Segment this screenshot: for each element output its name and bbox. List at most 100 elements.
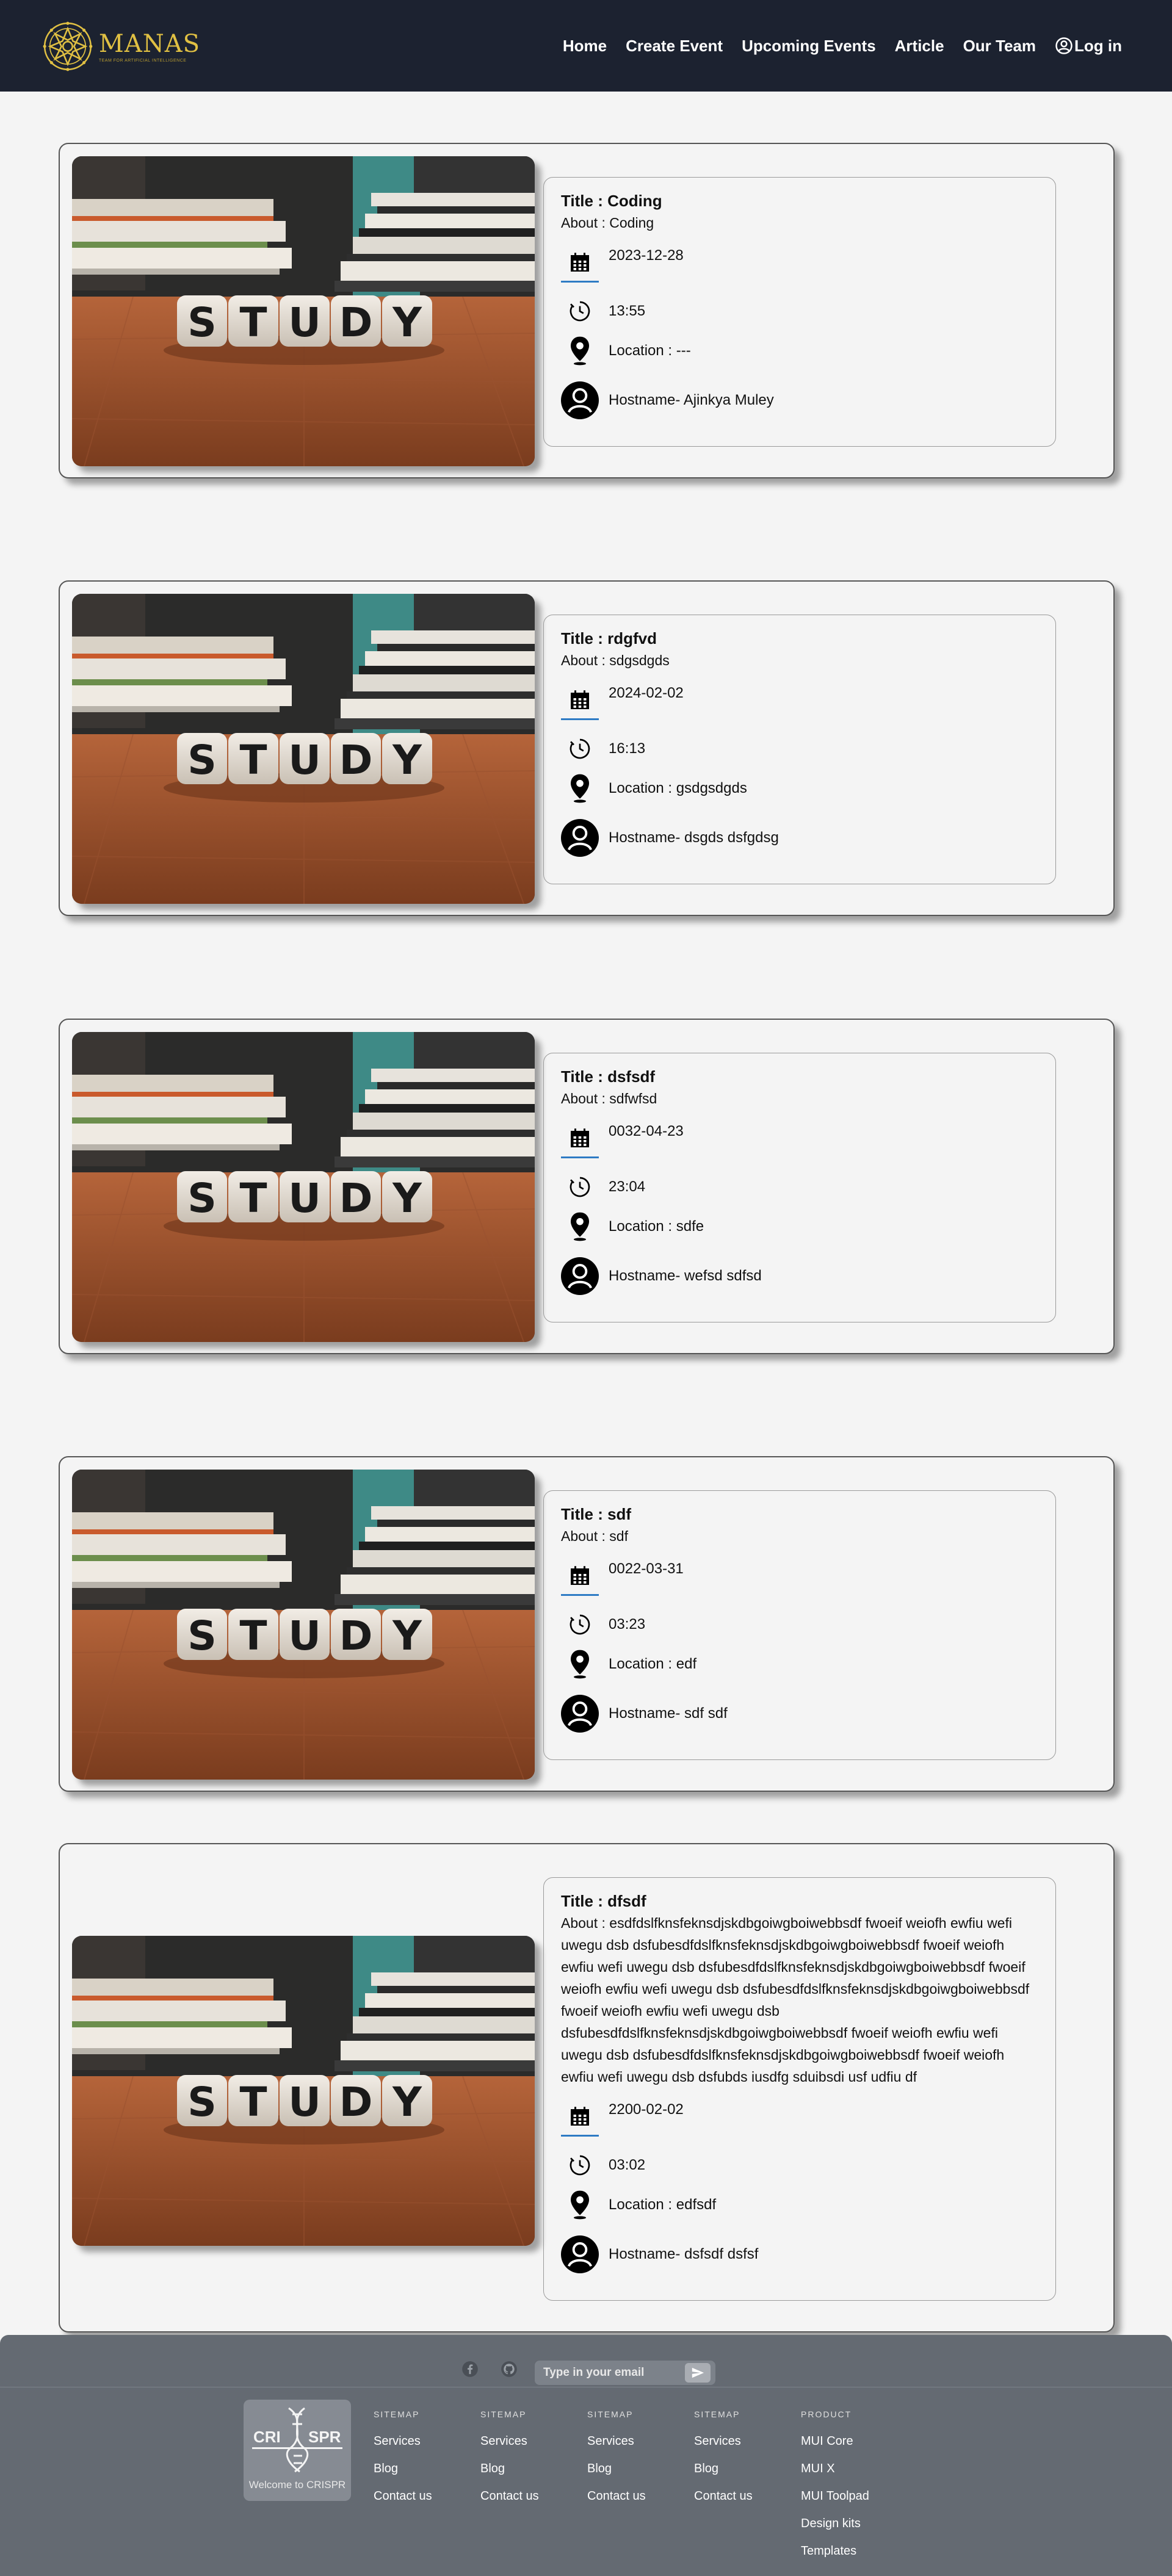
footer-column: SITEMAP Services Blog Contact us	[480, 2409, 539, 2503]
event-time: 23:04	[609, 1178, 646, 1195]
email-input[interactable]	[543, 2364, 684, 2381]
event-card[interactable]: Title : dsfsdf About : sdfwfsd 0032-04-2…	[59, 1019, 1115, 1354]
event-date: 0032-04-23	[609, 1123, 684, 1139]
footer-column: PRODUCT MUI Core MUI X MUI Toolpad Desig…	[801, 2409, 869, 2558]
event-location-row: Location : edf	[561, 1645, 1038, 1684]
event-card[interactable]: Title : dfsdf About : esdfdslfknsfeknsdj…	[59, 1843, 1115, 2332]
event-host: Hostname- sdf sdf	[609, 1705, 728, 1722]
footer-link-contact[interactable]: Contact us	[480, 2490, 539, 2503]
footer-link-services[interactable]: Services	[587, 2435, 646, 2448]
footer-column-title: SITEMAP	[374, 2409, 420, 2419]
event-time-row: 23:04	[561, 1168, 1038, 1206]
location-pin-icon	[561, 1211, 599, 1242]
event-date-row: 2200-02-02	[561, 2098, 1038, 2137]
github-icon[interactable]	[501, 2361, 518, 2378]
event-image	[72, 1032, 535, 1342]
footer-link-blog[interactable]: Blog	[694, 2462, 753, 2475]
clock-icon	[561, 299, 599, 323]
crispr-logo-card[interactable]: CRI SPR Welcome to CRISPR	[244, 2400, 351, 2501]
footer-link-mui-core[interactable]: MUI Core	[801, 2435, 869, 2448]
send-button[interactable]	[685, 2363, 711, 2383]
location-pin-icon	[561, 2190, 599, 2220]
crispr-logo-right: SPR	[308, 2428, 341, 2446]
event-time-row: 03:23	[561, 1606, 1038, 1643]
event-about: About : sdgsdgds	[561, 652, 670, 668]
nav-our-team[interactable]: Our Team	[963, 37, 1036, 56]
footer-link-contact[interactable]: Contact us	[694, 2490, 753, 2503]
nav-create-event[interactable]: Create Event	[626, 37, 723, 56]
send-icon	[692, 2367, 704, 2378]
facebook-icon[interactable]	[461, 2361, 479, 2378]
nav-article[interactable]: Article	[895, 37, 944, 56]
login-button[interactable]: Log in	[1055, 37, 1122, 56]
footer-link-blog[interactable]: Blog	[374, 2462, 432, 2475]
footer-link-services[interactable]: Services	[694, 2435, 753, 2448]
event-date-row: 0032-04-23	[561, 1119, 1038, 1158]
event-about: About : sdfwfsd	[561, 1091, 657, 1106]
event-host-row: Hostname- dsfsdf dsfsf	[561, 2229, 1038, 2279]
nav-upcoming-events[interactable]: Upcoming Events	[742, 37, 876, 56]
footer-link-mui-toolpad[interactable]: MUI Toolpad	[801, 2490, 869, 2503]
event-host: Hostname- dsgds dsfgdsg	[609, 829, 779, 846]
event-details: Title : dsfsdf About : sdfwfsd 0032-04-2…	[543, 1053, 1056, 1322]
account-circle-icon	[1055, 37, 1073, 54]
event-location-row: Location : sdfe	[561, 1207, 1038, 1246]
event-title: Title : dfsdf	[561, 1892, 646, 1910]
event-card[interactable]: Title : rdgfvd About : sdgsdgds 2024-02-…	[59, 580, 1115, 916]
footer-link-blog[interactable]: Blog	[587, 2462, 646, 2475]
footer-link-services[interactable]: Services	[374, 2435, 432, 2448]
footer-column-title: SITEMAP	[587, 2409, 634, 2419]
footer-link-blog[interactable]: Blog	[480, 2462, 539, 2475]
event-title: Title : sdf	[561, 1505, 632, 1523]
event-date: 2024-02-02	[609, 685, 684, 701]
footer-link-mui-x[interactable]: MUI X	[801, 2462, 869, 2475]
event-details: Title : rdgfvd About : sdgsdgds 2024-02-…	[543, 615, 1056, 884]
event-host-row: Hostname- Ajinkya Muley	[561, 375, 1038, 425]
event-date: 2200-02-02	[609, 2101, 684, 2118]
event-card[interactable]: Title : sdf About : sdf 0022-03-31 03:23…	[59, 1456, 1115, 1792]
event-title: Title : dsfsdf	[561, 1067, 656, 1086]
manas-logo[interactable]: MANAS TEAM FOR ARTIFICIAL INTELLIGENCE	[42, 15, 200, 78]
footer: CRI SPR Welcome to CRISPR SITEMAP Servic…	[0, 2335, 1172, 2576]
footer-link-contact[interactable]: Contact us	[587, 2490, 646, 2503]
newsletter-subscribe	[535, 2361, 715, 2385]
user-avatar-icon	[561, 381, 599, 419]
footer-top-bar	[0, 2335, 1172, 2387]
event-time: 13:55	[609, 303, 646, 319]
event-about: About : Coding	[561, 215, 654, 231]
event-image	[72, 594, 535, 904]
event-about: About : esdfdslfknsfeknsdjskdbgoiwgboiwe…	[561, 1915, 1030, 2085]
footer-link-contact[interactable]: Contact us	[374, 2490, 432, 2503]
user-avatar-icon	[561, 1257, 599, 1295]
event-time-row: 03:02	[561, 2146, 1038, 2184]
event-host: Hostname- dsfsdf dsfsf	[609, 2246, 759, 2262]
event-details: Title : Coding About : Coding 2023-12-28…	[543, 177, 1056, 447]
event-date-row: 0022-03-31	[561, 1557, 1038, 1596]
event-location-row: Location : edfsdf	[561, 2185, 1038, 2224]
footer-column: SITEMAP Services Blog Contact us	[374, 2409, 432, 2503]
event-title: Title : rdgfvd	[561, 629, 657, 648]
footer-link-design-kits[interactable]: Design kits	[801, 2517, 869, 2530]
footer-link-services[interactable]: Services	[480, 2435, 539, 2448]
event-host-row: Hostname- wefsd sdfsd	[561, 1251, 1038, 1301]
nav-home[interactable]: Home	[563, 37, 607, 56]
footer-column-title: SITEMAP	[480, 2409, 527, 2419]
navbar: MANAS TEAM FOR ARTIFICIAL INTELLIGENCE H…	[0, 0, 1172, 92]
event-host-row: Hostname- sdf sdf	[561, 1689, 1038, 1739]
crispr-welcome-text: Welcome to CRISPR	[248, 2479, 346, 2491]
event-image	[72, 1936, 535, 2246]
event-title: Title : Coding	[561, 192, 662, 210]
calendar-icon	[561, 2098, 599, 2137]
clock-icon	[561, 2153, 599, 2177]
manas-emblem-icon	[43, 21, 93, 71]
footer-column: SITEMAP Services Blog Contact us	[587, 2409, 646, 2503]
logo-subtitle: TEAM FOR ARTIFICIAL INTELLIGENCE	[98, 58, 187, 63]
footer-link-templates[interactable]: Templates	[801, 2545, 869, 2558]
event-image	[72, 156, 535, 466]
location-pin-icon	[561, 773, 599, 804]
event-card[interactable]: Title : Coding About : Coding 2023-12-28…	[59, 143, 1115, 478]
event-details: Title : dfsdf About : esdfdslfknsfeknsdj…	[543, 1877, 1056, 2301]
event-time-row: 16:13	[561, 730, 1038, 768]
event-date: 2023-12-28	[609, 247, 684, 264]
event-host-row: Hostname- dsgds dsfgdsg	[561, 813, 1038, 863]
